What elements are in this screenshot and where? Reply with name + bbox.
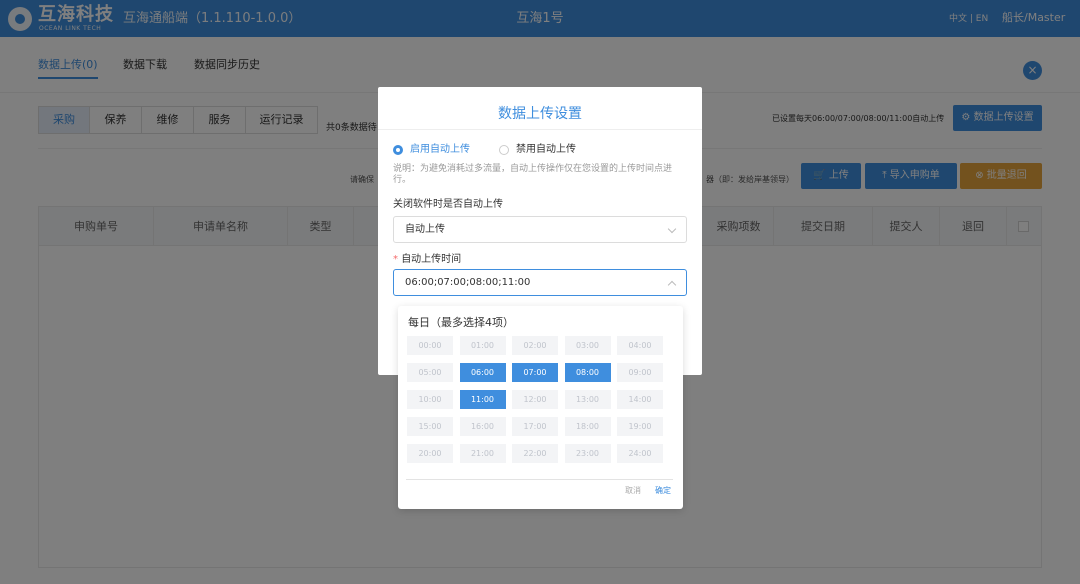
time-option[interactable]: 21:00: [459, 444, 506, 463]
chevron-up-icon: [667, 280, 677, 290]
select-value: 06:00;07:00;08:00;11:00: [405, 277, 531, 288]
upload-time-label-text: 自动上传时间: [401, 254, 462, 265]
radio-label: 禁用自动上传: [516, 144, 576, 155]
time-option[interactable]: 18:00: [564, 417, 611, 436]
time-option[interactable]: 11:00: [459, 390, 506, 409]
upload-time-label: * 自动上传时间: [393, 254, 462, 265]
time-option[interactable]: 23:00: [564, 444, 611, 463]
upload-time-select[interactable]: 06:00;07:00;08:00;11:00: [393, 269, 687, 296]
time-option[interactable]: 12:00: [512, 390, 558, 409]
chevron-down-icon: [667, 224, 677, 234]
time-option[interactable]: 03:00: [564, 336, 611, 355]
time-option[interactable]: 01:00: [459, 336, 506, 355]
time-option[interactable]: 19:00: [617, 417, 663, 436]
time-option[interactable]: 10:00: [407, 390, 453, 409]
time-option[interactable]: 02:00: [512, 336, 558, 355]
close-upload-select[interactable]: 自动上传: [393, 216, 687, 243]
time-picker-popup: 每日（最多选择4项） 00:00 01:00 02:00 03:00 04:00 05:0…: [398, 306, 683, 509]
time-option[interactable]: 06:00: [459, 363, 506, 382]
select-value: 自动上传: [405, 224, 445, 235]
time-option[interactable]: 00:00: [407, 336, 453, 355]
time-option[interactable]: 16:00: [459, 417, 506, 436]
time-option[interactable]: 22:00: [512, 444, 558, 463]
time-option[interactable]: 14:00: [617, 390, 663, 409]
radio-label: 启用自动上传: [410, 144, 470, 155]
dialog-title: 数据上传设置: [498, 106, 582, 122]
divider: [406, 479, 673, 480]
time-option[interactable]: 04:00: [617, 336, 663, 355]
time-option[interactable]: 08:00: [564, 363, 611, 382]
time-picker-title: 每日（最多选择4项）: [408, 316, 514, 329]
radio-dot-icon: [499, 145, 509, 155]
time-option[interactable]: 15:00: [407, 417, 453, 436]
confirm-button[interactable]: 确定: [655, 485, 671, 496]
time-option[interactable]: 13:00: [564, 390, 611, 409]
radio-dot-icon: [393, 145, 403, 155]
time-option[interactable]: 05:00: [407, 363, 453, 382]
divider: [378, 129, 702, 130]
time-option[interactable]: 07:00: [512, 363, 558, 382]
time-option[interactable]: 20:00: [407, 444, 453, 463]
dialog-note: 说明：为避免消耗过多流量，自动上传操作仅在您设置的上传时间点进行。: [393, 164, 673, 185]
cancel-button[interactable]: 取消: [625, 485, 641, 496]
time-option[interactable]: 09:00: [617, 363, 663, 382]
close-upload-label: 关闭软件时是否自动上传: [393, 199, 503, 210]
time-option[interactable]: 24:00: [617, 444, 663, 463]
time-option[interactable]: 17:00: [512, 417, 558, 436]
